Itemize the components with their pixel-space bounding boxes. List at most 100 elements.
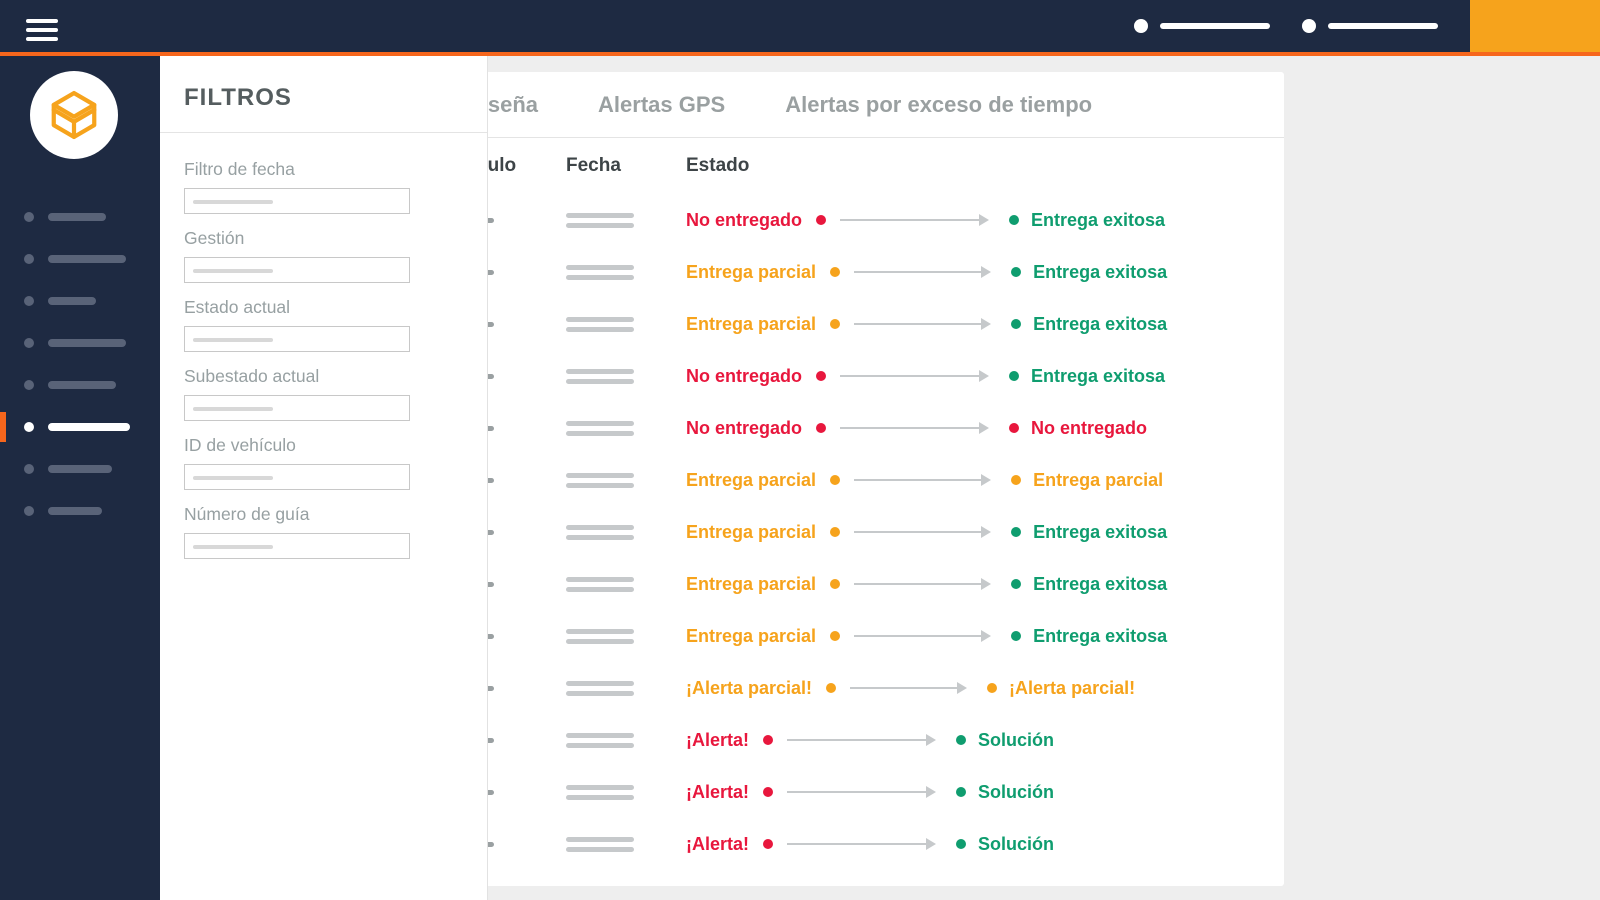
sidebar-item-4[interactable] — [0, 364, 160, 406]
status-from: No entregado — [686, 418, 802, 439]
status-to-dot — [956, 839, 966, 849]
arrow-icon — [854, 266, 991, 278]
filter-label-2: Estado actual — [184, 297, 463, 318]
status-to-dot — [1011, 267, 1021, 277]
status-from-dot — [763, 787, 773, 797]
arrow-icon — [787, 734, 936, 746]
arrow-icon — [854, 630, 991, 642]
status-from-dot — [763, 735, 773, 745]
status-from-dot — [830, 631, 840, 641]
sidebar-item-0[interactable] — [0, 196, 160, 238]
status-from: Entrega parcial — [686, 574, 816, 595]
status-from-dot — [830, 579, 840, 589]
status-from: Entrega parcial — [686, 262, 816, 283]
arrow-icon — [854, 578, 991, 590]
sidebar-item-6[interactable] — [0, 448, 160, 490]
status-from: Entrega parcial — [686, 470, 816, 491]
filter-input-0[interactable] — [184, 188, 410, 214]
top-status-1[interactable] — [1134, 19, 1270, 33]
status-to: No entregado — [1031, 418, 1147, 439]
filter-input-3[interactable] — [184, 395, 410, 421]
status-from: ¡Alerta! — [686, 730, 749, 751]
status-to: Solución — [978, 834, 1054, 855]
status-from: Entrega parcial — [686, 522, 816, 543]
filter-input-2[interactable] — [184, 326, 410, 352]
status-to-dot — [1009, 423, 1019, 433]
status-to-dot — [1011, 319, 1021, 329]
arrow-icon — [787, 838, 936, 850]
status-to: Entrega exitosa — [1031, 210, 1165, 231]
topbar-right — [1134, 0, 1600, 52]
col-fecha: Fecha — [566, 155, 686, 177]
filter-label-5: Número de guía — [184, 504, 463, 525]
status-from-dot — [816, 423, 826, 433]
status-from: Entrega parcial — [686, 626, 816, 647]
filter-label-4: ID de vehículo — [184, 435, 463, 456]
top-status-2[interactable] — [1302, 19, 1438, 33]
arrow-icon — [840, 370, 989, 382]
tab-2[interactable]: Alertas GPS — [594, 72, 729, 138]
arrow-icon — [854, 526, 991, 538]
status-to: Entrega exitosa — [1033, 262, 1167, 283]
status-to-dot — [956, 735, 966, 745]
status-from-dot — [816, 371, 826, 381]
status-to: Entrega exitosa — [1033, 314, 1167, 335]
status-from: No entregado — [686, 366, 802, 387]
top-cta-button[interactable] — [1470, 0, 1600, 52]
status-to-dot — [1011, 475, 1021, 485]
status-from-dot — [830, 475, 840, 485]
sidebar-item-1[interactable] — [0, 238, 160, 280]
status-to: Entrega exitosa — [1031, 366, 1165, 387]
arrow-icon — [840, 214, 989, 226]
status-to-dot — [1009, 371, 1019, 381]
filter-input-4[interactable] — [184, 464, 410, 490]
status-to: Entrega exitosa — [1033, 574, 1167, 595]
status-from: ¡Alerta parcial! — [686, 678, 812, 699]
tab-3[interactable]: Alertas por exceso de tiempo — [781, 72, 1096, 138]
status-from-dot — [816, 215, 826, 225]
status-to-dot — [987, 683, 997, 693]
status-to-dot — [1011, 631, 1021, 641]
logo[interactable] — [30, 71, 118, 159]
topbar — [0, 0, 1600, 52]
arrow-icon — [850, 682, 967, 694]
status-to-dot — [1011, 579, 1021, 589]
filter-input-1[interactable] — [184, 257, 410, 283]
status-from-dot — [763, 839, 773, 849]
filter-label-0: Filtro de fecha — [184, 159, 463, 180]
col-estado: Estado — [686, 155, 1250, 177]
arrow-icon — [854, 318, 991, 330]
status-to-dot — [956, 787, 966, 797]
sidebar-item-3[interactable] — [0, 322, 160, 364]
status-to: Solución — [978, 782, 1054, 803]
status-from: Entrega parcial — [686, 314, 816, 335]
sidebar-item-7[interactable] — [0, 490, 160, 532]
sidebar-item-5[interactable] — [0, 406, 160, 448]
filters-panel: FILTROS Filtro de fecha Gestión Estado act… — [160, 56, 488, 900]
status-from-dot — [830, 527, 840, 537]
filter-input-5[interactable] — [184, 533, 410, 559]
status-to: ¡Alerta parcial! — [1009, 678, 1135, 699]
status-from-dot — [830, 267, 840, 277]
arrow-icon — [787, 786, 936, 798]
status-from: ¡Alerta! — [686, 782, 749, 803]
sidebar — [0, 56, 160, 900]
status-from: ¡Alerta! — [686, 834, 749, 855]
status-to-dot — [1009, 215, 1019, 225]
filters-title: FILTROS — [160, 56, 487, 132]
status-from-dot — [826, 683, 836, 693]
arrow-icon — [840, 422, 989, 434]
status-from: No entregado — [686, 210, 802, 231]
menu-icon[interactable] — [26, 14, 58, 46]
sidebar-item-2[interactable] — [0, 280, 160, 322]
status-to: Entrega parcial — [1033, 470, 1163, 491]
filter-label-1: Gestión — [184, 228, 463, 249]
status-to: Solución — [978, 730, 1054, 751]
status-to-dot — [1011, 527, 1021, 537]
logo-icon — [47, 88, 101, 142]
status-to: Entrega exitosa — [1033, 626, 1167, 647]
filter-label-3: Subestado actual — [184, 366, 463, 387]
status-from-dot — [830, 319, 840, 329]
status-to: Entrega exitosa — [1033, 522, 1167, 543]
arrow-icon — [854, 474, 991, 486]
